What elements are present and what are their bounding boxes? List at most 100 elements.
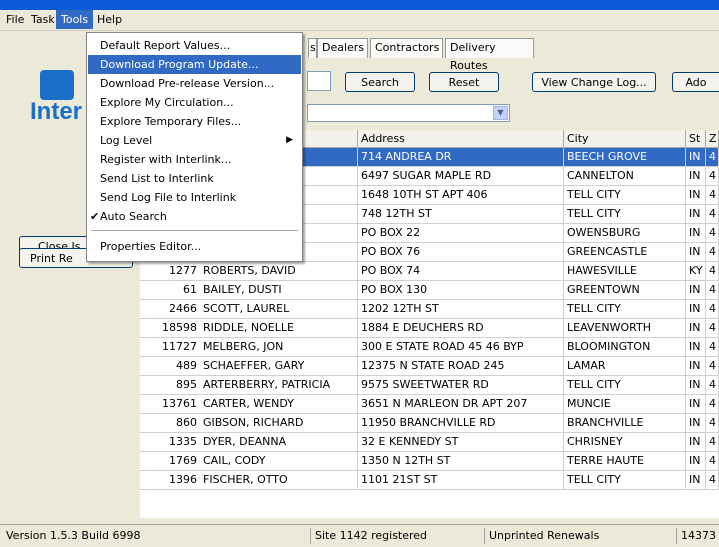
menu-item-send-list[interactable]: Send List to Interlink xyxy=(88,169,301,188)
title-bar xyxy=(0,0,719,10)
cell-city: CANNELTON xyxy=(564,167,686,186)
status-renewals: Unprinted Renewals xyxy=(484,528,599,544)
cell-id: 895 xyxy=(140,376,200,395)
table-row[interactable]: 1396 FISCHER, OTTO 1101 21ST ST TELL CITY IN… xyxy=(140,471,719,490)
cell-name: CAIL, CODY xyxy=(200,452,358,471)
cell-city: GREENTOWN xyxy=(564,281,686,300)
tools-menu: Default Report Values... Download Progra… xyxy=(86,32,303,262)
filter-dropdown[interactable]: ▼ xyxy=(307,104,510,122)
menu-file[interactable]: File xyxy=(3,13,27,29)
tab-partial[interactable]: s xyxy=(308,38,317,58)
table-row[interactable]: 1335 DYER, DEANNA 32 E KENNEDY ST CHRISNEY I… xyxy=(140,433,719,452)
table-row[interactable]: 2466 SCOTT, LAUREL 1202 12TH ST TELL CITY IN… xyxy=(140,300,719,319)
view-change-log-button[interactable]: View Change Log... xyxy=(532,72,656,92)
cell-state: IN xyxy=(686,376,706,395)
menu-tools[interactable]: Tools xyxy=(56,10,94,29)
cell-state: IN xyxy=(686,243,706,262)
menu-item-explore-circulation[interactable]: Explore My Circulation... xyxy=(88,93,301,112)
cell-id: 61 xyxy=(140,281,200,300)
cell-address: 1884 E DEUCHERS RD xyxy=(358,319,564,338)
menu-item-label: Log Level xyxy=(100,134,153,147)
column-header-zip[interactable]: Z xyxy=(706,130,719,148)
menu-item-download-program-update[interactable]: Download Program Update... xyxy=(88,55,301,74)
cell-name: FISCHER, OTTO xyxy=(200,471,358,490)
table-row[interactable]: 61 BAILEY, DUSTI PO BOX 130 GREENTOWN IN 4 xyxy=(140,281,719,300)
add-button[interactable]: Ado xyxy=(672,72,719,92)
cell-city: TELL CITY xyxy=(564,205,686,224)
cell-name: SCOTT, LAUREL xyxy=(200,300,358,319)
cell-address: 11950 BRANCHVILLE RD xyxy=(358,414,564,433)
menu-task[interactable]: Task xyxy=(28,13,58,29)
cell-city: BLOOMINGTON xyxy=(564,338,686,357)
menu-item-log-level[interactable]: Log Level ▶ xyxy=(88,131,301,150)
cell-address: 300 E STATE ROAD 45 46 BYP xyxy=(358,338,564,357)
cell-state: IN xyxy=(686,148,706,167)
cell-name: CARTER, WENDY xyxy=(200,395,358,414)
logo-text: Inter xyxy=(30,98,83,125)
menu-item-auto-search[interactable]: ✔ Auto Search xyxy=(88,207,301,226)
cell-state: IN xyxy=(686,338,706,357)
column-header-state[interactable]: St xyxy=(686,130,706,148)
search-input[interactable] xyxy=(307,71,331,91)
cell-zip: 4 xyxy=(706,167,719,186)
cell-id: 11727 xyxy=(140,338,200,357)
cell-state: IN xyxy=(686,205,706,224)
cell-address: 1350 N 12TH ST xyxy=(358,452,564,471)
status-site: Site 1142 registered xyxy=(310,528,427,544)
menu-item-default-report-values[interactable]: Default Report Values... xyxy=(88,36,301,55)
cell-city: LEAVENWORTH xyxy=(564,319,686,338)
cell-zip: 4 xyxy=(706,338,719,357)
status-bar: Version 1.5.3 Build 6998 Site 1142 regis… xyxy=(0,524,719,547)
cell-address: PO BOX 130 xyxy=(358,281,564,300)
menu-item-properties-editor[interactable]: Properties Editor... xyxy=(88,237,301,256)
status-version: Version 1.5.3 Build 6998 xyxy=(6,529,141,542)
cell-state: IN xyxy=(686,300,706,319)
cell-zip: 4 xyxy=(706,224,719,243)
table-row[interactable]: 489 SCHAEFFER, GARY 12375 N STATE ROAD 245… xyxy=(140,357,719,376)
cell-zip: 4 xyxy=(706,243,719,262)
tab-dealers[interactable]: Dealers xyxy=(317,38,368,58)
cell-state: IN xyxy=(686,414,706,433)
cell-address: 6497 SUGAR MAPLE RD xyxy=(358,167,564,186)
cell-city: OWENSBURG xyxy=(564,224,686,243)
table-row[interactable]: 860 GIBSON, RICHARD 11950 BRANCHVILLE RD BR… xyxy=(140,414,719,433)
cell-city: TELL CITY xyxy=(564,300,686,319)
cell-city: LAMAR xyxy=(564,357,686,376)
table-row[interactable]: 1769 CAIL, CODY 1350 N 12TH ST TERRE HAUTE I… xyxy=(140,452,719,471)
search-button[interactable]: Search xyxy=(345,72,415,92)
cell-zip: 4 xyxy=(706,471,719,490)
cell-city: TELL CITY xyxy=(564,471,686,490)
menu-item-explore-temp-files[interactable]: Explore Temporary Files... xyxy=(88,112,301,131)
cell-zip: 4 xyxy=(706,319,719,338)
cell-city: BEECH GROVE xyxy=(564,148,686,167)
cell-city: TELL CITY xyxy=(564,186,686,205)
tab-delivery-routes[interactable]: Delivery Routes xyxy=(445,38,534,72)
cell-name: GIBSON, RICHARD xyxy=(200,414,358,433)
reset-button[interactable]: Reset xyxy=(429,72,499,92)
cell-zip: 4 xyxy=(706,357,719,376)
cell-name: BAILEY, DUSTI xyxy=(200,281,358,300)
table-row[interactable]: 18598 RIDDLE, NOELLE 1884 E DEUCHERS RD LEA… xyxy=(140,319,719,338)
column-header-address[interactable]: Address xyxy=(358,130,564,148)
cell-id: 1335 xyxy=(140,433,200,452)
tab-contractors[interactable]: Contractors xyxy=(370,38,443,58)
cell-city: MUNCIE xyxy=(564,395,686,414)
menu-item-register[interactable]: Register with Interlink... xyxy=(88,150,301,169)
table-row[interactable]: 11727 MELBERG, JON 300 E STATE ROAD 45 46 … xyxy=(140,338,719,357)
table-row[interactable]: 13761 CARTER, WENDY 3651 N MARLEON DR APT … xyxy=(140,395,719,414)
menu-item-download-prerelease[interactable]: Download Pre-release Version... xyxy=(88,74,301,93)
cell-state: IN xyxy=(686,357,706,376)
check-icon: ✔ xyxy=(90,210,100,223)
table-row[interactable]: 895 ARTERBERRY, PATRICIA 9575 SWEETWATER R… xyxy=(140,376,719,395)
chevron-down-icon[interactable]: ▼ xyxy=(493,106,508,120)
cell-state: IN xyxy=(686,395,706,414)
menu-item-send-log-file[interactable]: Send Log File to Interlink xyxy=(88,188,301,207)
cell-id: 2466 xyxy=(140,300,200,319)
cell-city: GREENCASTLE xyxy=(564,243,686,262)
table-row[interactable]: 1277 ROBERTS, DAVID PO BOX 74 HAWESVILLE KY 4 xyxy=(140,262,719,281)
cell-state: IN xyxy=(686,186,706,205)
cell-city: CHRISNEY xyxy=(564,433,686,452)
column-header-city[interactable]: City xyxy=(564,130,686,148)
menu-help[interactable]: Help xyxy=(94,13,125,29)
cell-address: 12375 N STATE ROAD 245 xyxy=(358,357,564,376)
